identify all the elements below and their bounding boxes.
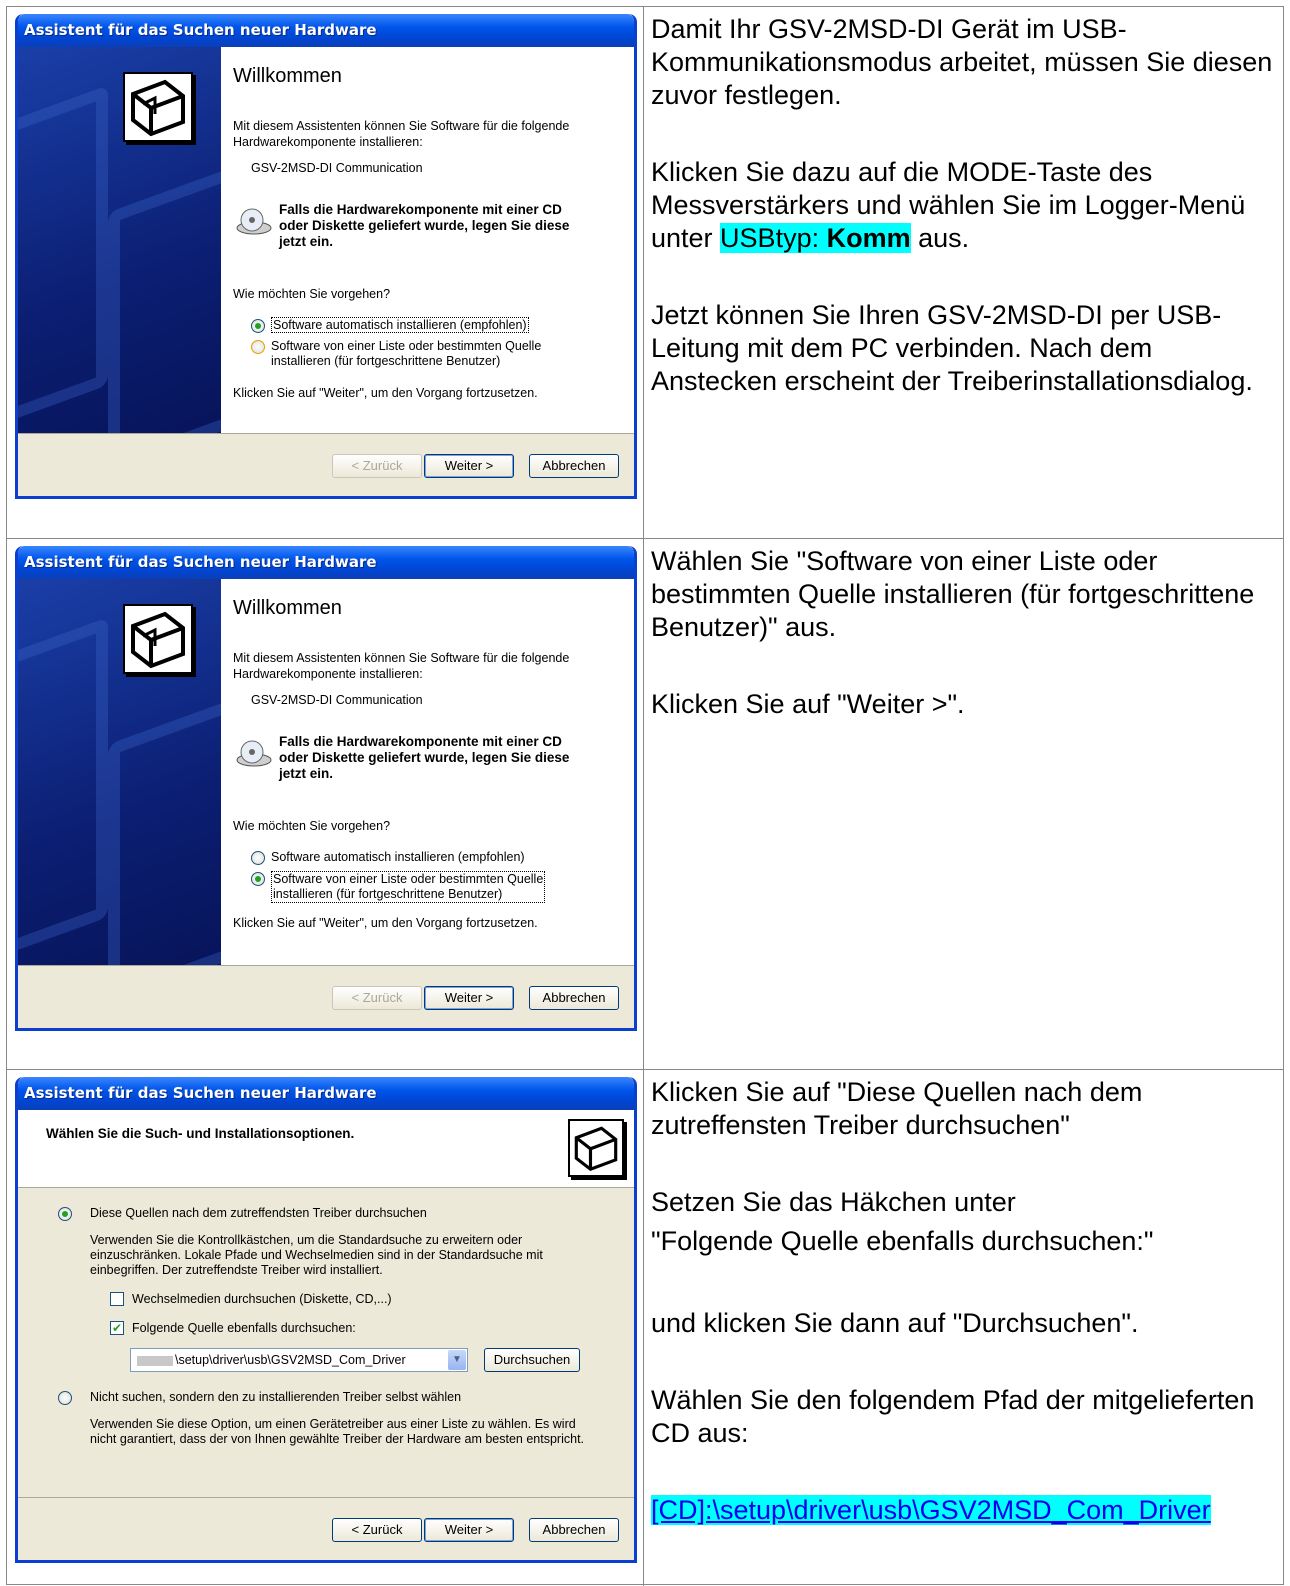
checkbox-include-location[interactable]: ✔ Folgende Quelle ebenfalls durchsuchen: [110, 1321, 634, 1336]
hardware-icon [568, 1119, 624, 1177]
radio-selected-icon[interactable] [58, 1207, 72, 1221]
dialog-title: Assistent für das Suchen neuer Hardware [18, 14, 634, 47]
radio-icon[interactable] [251, 340, 265, 354]
wizard-dialog-welcome-auto: Assistent für das Suchen neuer Hardware … [15, 14, 637, 499]
blurred-drive-label [137, 1355, 173, 1366]
intro-text: Hardwarekomponente installieren: [233, 135, 423, 149]
cd-drive-icon [236, 208, 272, 235]
radio-selected-icon[interactable] [251, 319, 265, 333]
back-button[interactable]: < Zurück [332, 454, 422, 478]
cancel-button[interactable]: Abbrechen [529, 454, 619, 478]
radio-icon[interactable] [58, 1391, 72, 1405]
back-button[interactable]: < Zurück [332, 1518, 422, 1542]
cancel-button[interactable]: Abbrechen [529, 986, 619, 1010]
next-button[interactable]: Weiter > [424, 1518, 514, 1542]
device-name: GSV-2MSD-DI Communication [251, 161, 423, 175]
table-row: Assistent für das Suchen neuer Hardware … [7, 538, 1283, 1069]
table-row: Assistent für das Suchen neuer Hardware … [7, 1069, 1283, 1586]
wizard-dialog-welcome-list: Assistent für das Suchen neuer Hardware … [15, 546, 637, 1031]
dialog-heading: Wählen Sie die Such- und Installationsop… [46, 1126, 355, 1141]
device-name: GSV-2MSD-DI Communication [251, 693, 423, 707]
next-button[interactable]: Weiter > [424, 986, 514, 1010]
path-combobox[interactable]: \setup\driver\usb\GSV2MSD_Com_Driver ▼ [130, 1348, 468, 1372]
question-text: Wie möchten Sie vorgehen? [233, 287, 391, 301]
checkbox-icon[interactable] [110, 1292, 124, 1306]
checkmark-icon[interactable]: ✔ [110, 1321, 124, 1335]
search-options: Diese Quellen nach dem zutreffendsten Tr… [18, 1188, 634, 1498]
question-text: Wie möchten Sie vorgehen? [233, 819, 391, 833]
hardware-icon [123, 604, 193, 674]
dialog-title: Assistent für das Suchen neuer Hardware [18, 1077, 634, 1110]
continue-hint: Klicken Sie auf "Weiter", um den Vorgang… [233, 386, 538, 400]
wizard-side-banner [18, 47, 221, 433]
search-description: Verwenden Sie die Kontrollkästchen, um d… [90, 1233, 543, 1277]
instruction-text-row3: Klicken Sie auf "Diese Quellen nach dem … [651, 1077, 1255, 1525]
radio-auto-install[interactable]: Software automatisch installieren (empfo… [233, 317, 622, 333]
cancel-button[interactable]: Abbrechen [529, 1518, 619, 1542]
button-bar: < Zurück Weiter > Abbrechen [18, 433, 634, 496]
next-button[interactable]: Weiter > [424, 454, 514, 478]
radio-auto-install[interactable]: Software automatisch installieren (empfo… [233, 850, 622, 865]
instruction-text-row1: Damit Ihr GSV-2MSD-DI Gerät im USB-Kommu… [651, 13, 1281, 442]
cd-notice: Falls die Hardwarekomponente mit einer C… [233, 202, 622, 250]
radio-list-install[interactable]: Software von einer Liste oder bestimmten… [233, 339, 622, 369]
intro-text: Hardwarekomponente installieren: [233, 667, 423, 681]
continue-hint: Klicken Sie auf "Weiter", um den Vorgang… [233, 916, 538, 930]
wizard-dialog-search-options: Assistent für das Suchen neuer Hardware … [15, 1077, 637, 1563]
wizard-content: Willkommen Mit diesem Assistenten können… [221, 579, 634, 965]
intro-text: Mit diesem Assistenten können Sie Softwa… [233, 119, 570, 133]
checkbox-removable-media[interactable]: Wechselmedien durchsuchen (Diskette, CD,… [110, 1292, 634, 1307]
welcome-heading: Willkommen [233, 597, 342, 619]
dialog-header: Wählen Sie die Such- und Installationsop… [18, 1110, 634, 1188]
instruction-mode-step: Klicken Sie dazu auf die MODE-Taste des … [651, 157, 1246, 253]
table-row: Assistent für das Suchen neuer Hardware … [7, 7, 1283, 538]
wizard-content: Willkommen Mit diesem Assistenten können… [221, 47, 634, 433]
radio-icon[interactable] [251, 851, 265, 865]
driver-path-link[interactable]: [CD]:\setup\driver\usb\GSV2MSD_Com_Drive… [651, 1495, 1211, 1525]
radio-manual-select[interactable]: Nicht suchen, sondern den zu installiere… [58, 1390, 634, 1405]
dialog-title: Assistent für das Suchen neuer Hardware [18, 546, 634, 579]
instruction-text-row2: Wählen Sie "Software von einer Liste ode… [651, 546, 1255, 719]
welcome-heading: Willkommen [233, 65, 342, 87]
cd-notice: Falls die Hardwarekomponente mit einer C… [233, 734, 622, 782]
button-bar: < Zurück Weiter > Abbrechen [18, 1497, 634, 1560]
radio-list-install[interactable]: Software von einer Liste oder bestimmten… [233, 871, 622, 903]
chevron-down-icon[interactable]: ▼ [448, 1350, 466, 1370]
manual-description: Verwenden Sie diese Option, um einen Ger… [90, 1417, 585, 1446]
back-button[interactable]: < Zurück [332, 986, 422, 1010]
hardware-icon [123, 72, 193, 142]
radio-search-sources[interactable]: Diese Quellen nach dem zutreffendsten Tr… [58, 1206, 634, 1221]
cd-drive-icon [236, 740, 272, 767]
radio-selected-icon[interactable] [251, 872, 265, 886]
intro-text: Mit diesem Assistenten können Sie Softwa… [233, 651, 570, 665]
browse-button[interactable]: Durchsuchen [484, 1348, 580, 1372]
button-bar: < Zurück Weiter > Abbrechen [18, 965, 634, 1028]
path-row: \setup\driver\usb\GSV2MSD_Com_Driver ▼ D… [130, 1348, 634, 1374]
instruction-table: Assistent für das Suchen neuer Hardware … [6, 6, 1284, 1586]
wizard-side-banner [18, 579, 221, 965]
